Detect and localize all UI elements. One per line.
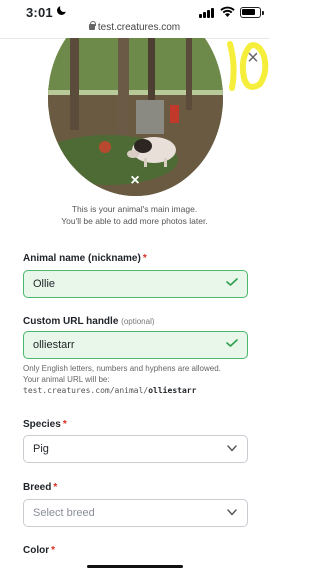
species-select[interactable]: Pig — [23, 435, 248, 463]
species-label-text: Species — [23, 419, 61, 430]
url-handle-preview: olliestarr — [148, 386, 197, 395]
url-handle-help: Only English letters, numbers and hyphen… — [23, 363, 253, 396]
breed-select[interactable]: Select breed — [23, 499, 248, 527]
breed-label-text: Breed — [23, 482, 52, 493]
check-icon — [226, 278, 238, 286]
url-handle-label-text: Custom URL handle — [23, 316, 119, 327]
close-icon[interactable]: × — [243, 48, 263, 68]
signal-icon — [199, 8, 215, 18]
optional-tag: (optional) — [121, 317, 155, 326]
breed-label: Breed * — [23, 482, 57, 493]
color-label: Color * — [23, 545, 55, 556]
animal-name-label-text: Animal name (nickname) — [23, 253, 141, 264]
url-handle-label: Custom URL handle (optional) — [23, 316, 155, 327]
remove-photo-icon[interactable]: × — [127, 173, 143, 189]
animal-name-input[interactable]: Ollie — [23, 270, 248, 298]
caption-line-1: This is your animal's main image. — [71, 204, 198, 214]
wifi-icon — [220, 6, 235, 17]
animal-name-label: Animal name (nickname) * — [23, 253, 147, 264]
url-handle-value: olliestarr — [33, 339, 75, 351]
required-mark: * — [62, 419, 67, 430]
battery-icon — [240, 7, 264, 18]
url-prefix: test.creatures.com/animal/ — [23, 386, 149, 395]
required-mark: * — [51, 545, 56, 556]
required-mark: * — [53, 482, 58, 493]
color-label-text: Color — [23, 545, 50, 556]
breed-placeholder: Select breed — [33, 507, 95, 519]
species-label: Species * — [23, 419, 67, 430]
check-icon — [226, 339, 238, 347]
status-bar: 3:01 — [0, 0, 269, 24]
url-handle-input[interactable]: olliestarr — [23, 331, 248, 359]
required-mark: * — [142, 253, 147, 264]
help-line-2: Your animal URL will be: — [23, 375, 110, 384]
help-line-1: Only English letters, numbers and hyphen… — [23, 364, 221, 373]
address-domain: test.creatures.com — [97, 22, 181, 33]
animal-url-preview: test.creatures.com/animal/olliestarr — [23, 385, 253, 396]
chevron-down-icon — [227, 445, 237, 452]
chevron-down-icon — [227, 509, 237, 516]
status-time: 3:01 — [26, 5, 53, 20]
animal-name-value: Ollie — [33, 278, 56, 290]
photo-caption: This is your animal's main image. You'll… — [0, 203, 269, 227]
lock-icon — [88, 21, 96, 30]
moon-icon — [57, 4, 68, 15]
home-indicator[interactable] — [87, 565, 183, 568]
species-value: Pig — [33, 443, 49, 455]
caption-line-2: You'll be able to add more photos later. — [61, 216, 208, 226]
